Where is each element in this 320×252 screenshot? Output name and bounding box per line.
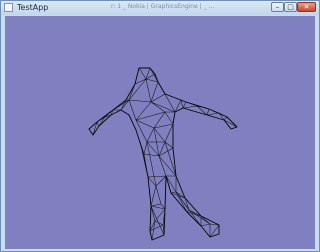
window-title: TestApp bbox=[17, 3, 49, 12]
minimize-button[interactable]: – bbox=[271, 2, 284, 12]
close-button[interactable]: ✕ bbox=[297, 2, 316, 12]
background-window-title: r: 1 _ Nokia | GraphicsEngine | _ ... bbox=[111, 3, 215, 10]
wireframe-body-mesh bbox=[88, 67, 238, 241]
render-viewport[interactable] bbox=[5, 16, 315, 249]
title-bar[interactable]: TestApp r: 1 _ Nokia | GraphicsEngine | … bbox=[1, 1, 319, 15]
left-arm-mesh bbox=[88, 83, 136, 136]
app-window: TestApp r: 1 _ Nokia | GraphicsEngine | … bbox=[0, 0, 320, 252]
torso-mesh bbox=[128, 67, 177, 178]
app-icon bbox=[4, 3, 13, 12]
maximize-button[interactable]: □ bbox=[284, 2, 297, 12]
